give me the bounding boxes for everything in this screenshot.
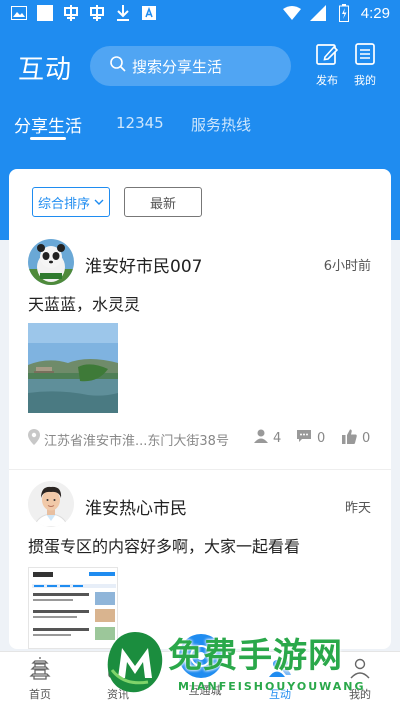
publish-label: 发布 xyxy=(316,74,338,87)
nav-mine[interactable]: 我的 xyxy=(330,656,390,702)
document-icon xyxy=(353,42,377,70)
nav-home-label: 首页 xyxy=(29,688,51,701)
thumbs-up-icon xyxy=(342,429,357,448)
content-card: 综合排序 最新 淮安好市民007 6小时前 天蓝蓝，水灵灵 江苏省淮安市淮...… xyxy=(9,169,391,649)
nav-interact-label: 互动 xyxy=(269,688,291,701)
nav-mine-label: 我的 xyxy=(349,688,371,701)
page-title: 互动 xyxy=(18,55,73,85)
wifi-icon xyxy=(282,4,301,22)
comment-icon xyxy=(296,429,312,447)
likes-value: 0 xyxy=(362,431,371,446)
search-bar[interactable]: 搜索分享生活 xyxy=(90,46,291,86)
a-icon xyxy=(140,4,158,22)
download-icon xyxy=(114,4,132,22)
tab-bar: 分享生活 12345 服务热线 xyxy=(0,108,400,148)
post-text: 掼蛋专区的内容好多啊，大家一起看看 xyxy=(28,537,301,556)
app-icon xyxy=(88,4,106,22)
post-time: 6小时前 xyxy=(323,259,371,274)
square-icon xyxy=(36,4,54,22)
publish-button[interactable]: 发布 xyxy=(309,42,345,88)
nav-city-label: 互通城 xyxy=(188,684,222,697)
nav-interact[interactable]: 互动 xyxy=(250,656,310,702)
post-location[interactable]: 江苏省淮安市淮...东门大街38号 xyxy=(28,429,229,449)
latest-filter-button[interactable]: 最新 xyxy=(124,187,202,217)
nav-news[interactable]: 资讯 xyxy=(88,656,148,702)
post-card[interactable]: 淮安热心市民 昨天 掼蛋专区的内容好多啊，大家一起看看 xyxy=(9,477,391,649)
center-fab-button[interactable] xyxy=(175,630,227,682)
edit-icon xyxy=(315,42,339,70)
center-fab-icon xyxy=(179,634,223,678)
post-photo-screenshot[interactable] xyxy=(28,567,118,649)
battery-charging-icon xyxy=(335,4,353,22)
search-placeholder: 搜索分享生活 xyxy=(132,57,223,76)
image-icon xyxy=(10,4,28,22)
post-meta: 江苏省淮安市淮...东门大街38号 4 0 0 xyxy=(28,429,373,449)
app-icon xyxy=(62,4,80,22)
news-icon xyxy=(106,656,130,684)
sort-label: 综合排序 xyxy=(37,196,90,212)
tab-12345[interactable]: 12345 xyxy=(116,114,164,132)
chevron-down-icon xyxy=(94,195,104,210)
avatar[interactable] xyxy=(28,239,74,285)
mine-header-button[interactable]: 我的 xyxy=(347,42,383,88)
filter-bar: 综合排序 最新 xyxy=(32,187,202,217)
nav-home[interactable]: 首页 xyxy=(10,656,70,702)
post-card[interactable]: 淮安好市民007 6小时前 天蓝蓝，水灵灵 江苏省淮安市淮...东门大街38号 … xyxy=(9,235,391,465)
nav-news-label: 资讯 xyxy=(107,688,129,701)
app-bar: 互动 搜索分享生活 发布 我的 xyxy=(0,40,400,96)
search-icon xyxy=(110,56,126,76)
avatar[interactable] xyxy=(28,481,74,527)
like-button[interactable]: 0 xyxy=(342,429,370,448)
views-value: 4 xyxy=(273,430,282,446)
views-count: 4 xyxy=(254,429,281,447)
pagoda-icon xyxy=(28,656,52,684)
status-bar: 4:29 xyxy=(0,0,400,28)
sort-dropdown[interactable]: 综合排序 xyxy=(32,187,110,217)
post-username[interactable]: 淮安热心市民 xyxy=(85,494,187,519)
comments-value: 0 xyxy=(317,430,326,446)
post-time: 昨天 xyxy=(344,501,371,516)
comment-button[interactable]: 0 xyxy=(296,429,325,447)
post-username[interactable]: 淮安好市民007 xyxy=(85,252,202,277)
divider xyxy=(9,469,391,470)
user-icon xyxy=(348,656,372,684)
clock-time: 4:29 xyxy=(360,4,390,22)
tab-service-hotline[interactable]: 服务热线 xyxy=(191,114,251,135)
tab-share-life[interactable]: 分享生活 xyxy=(14,112,82,137)
mine-header-label: 我的 xyxy=(354,74,376,87)
interact-icon xyxy=(268,656,292,684)
tab-active-indicator xyxy=(30,137,66,140)
user-icon xyxy=(254,429,268,447)
post-photo-lake[interactable] xyxy=(28,323,118,413)
post-text: 天蓝蓝，水灵灵 xyxy=(28,295,141,314)
signal-icon xyxy=(309,4,327,22)
location-pin-icon xyxy=(28,429,40,449)
location-text: 江苏省淮安市淮...东门大街38号 xyxy=(44,433,229,449)
